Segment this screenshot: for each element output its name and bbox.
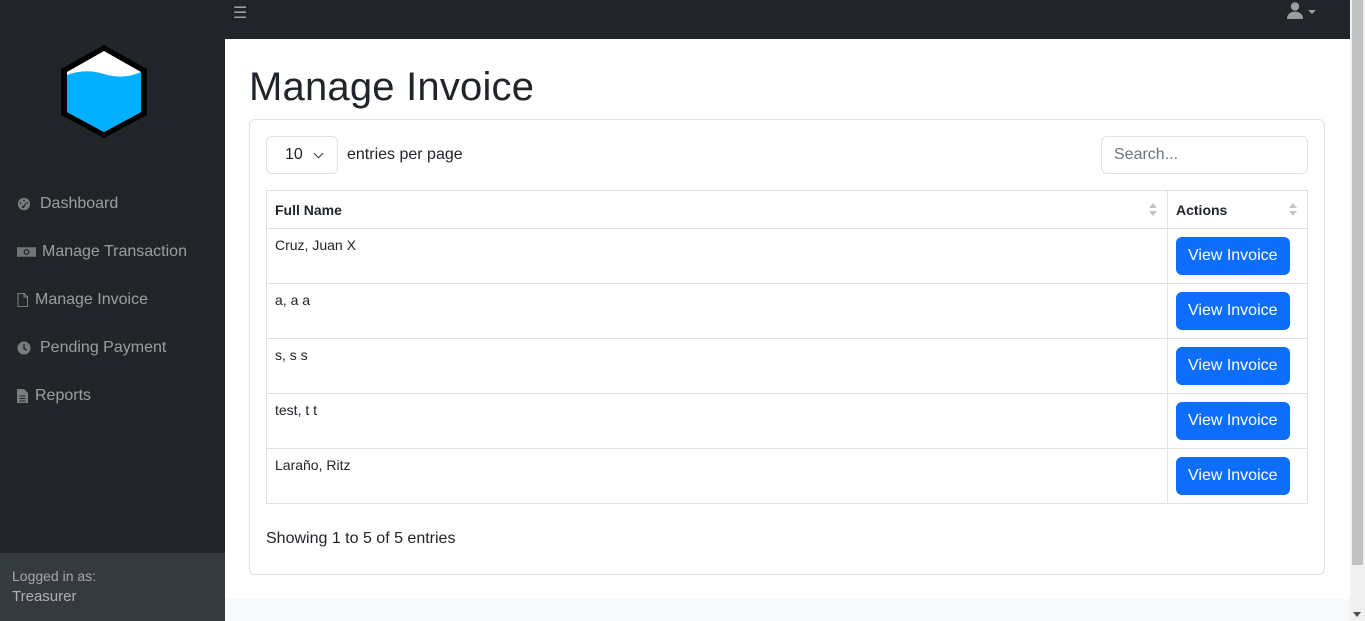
cell-full-name: Laraño, Ritz — [266, 448, 1168, 504]
view-invoice-button[interactable]: View Invoice — [1176, 347, 1290, 385]
column-header-actions[interactable]: Actions — [1167, 190, 1308, 229]
sidebar-footer: Logged in as: Treasurer — [0, 553, 225, 621]
hamburger-icon[interactable]: ☰ — [233, 3, 247, 23]
dashboard-icon — [16, 196, 32, 212]
logo-icon — [61, 45, 147, 138]
sidebar: Dashboard Manage Transaction Manage Invo… — [0, 0, 225, 621]
user-icon — [1287, 2, 1303, 19]
per-page-label: entries per page — [347, 146, 463, 163]
table-header-row: Full Name Actions — [266, 190, 1308, 229]
per-page-control: 10 entries per page — [266, 136, 463, 174]
table-info: Showing 1 to 5 of 5 entries — [266, 530, 456, 547]
logged-in-user: Treasurer — [12, 588, 77, 605]
sidebar-item-manage-invoice[interactable]: Manage Invoice — [0, 276, 225, 324]
top-navbar: ☰ — [225, 0, 1350, 39]
table-row: s, s s View Invoice — [266, 338, 1308, 394]
clock-icon — [16, 340, 32, 356]
per-page-select[interactable]: 10 — [266, 136, 338, 174]
table-row: Cruz, Juan X View Invoice — [266, 228, 1308, 284]
cell-full-name: a, a a — [266, 283, 1168, 339]
file-icon — [16, 292, 28, 308]
table-row: test, t t View Invoice — [266, 393, 1308, 449]
sidebar-item-label: Dashboard — [40, 195, 119, 212]
sidebar-item-label: Manage Invoice — [35, 291, 148, 308]
table-row: a, a a View Invoice — [266, 283, 1308, 339]
invoice-table: Full Name Actions Cruz, Juan X View Invo… — [266, 190, 1308, 504]
logged-in-label: Logged in as: — [12, 568, 97, 584]
view-invoice-button[interactable]: View Invoice — [1176, 457, 1290, 495]
sort-icon — [1289, 203, 1297, 216]
main-content: Manage Invoice 10 entries per page Full … — [225, 39, 1350, 599]
page-title: Manage Invoice — [249, 65, 535, 109]
cell-full-name: s, s s — [266, 338, 1168, 394]
sidebar-item-dashboard[interactable]: Dashboard — [0, 180, 225, 228]
sidebar-nav: Dashboard Manage Transaction Manage Invo… — [0, 180, 225, 420]
cell-full-name: Cruz, Juan X — [266, 228, 1168, 284]
user-menu-button[interactable] — [1287, 2, 1316, 19]
table-row: Laraño, Ritz View Invoice — [266, 448, 1308, 504]
sidebar-item-manage-transaction[interactable]: Manage Transaction — [0, 228, 225, 276]
scroll-down-arrow-icon[interactable] — [1353, 612, 1361, 617]
search-input[interactable] — [1101, 136, 1308, 174]
view-invoice-button[interactable]: View Invoice — [1176, 237, 1290, 275]
sidebar-item-label: Pending Payment — [40, 339, 167, 356]
column-header-full-name[interactable]: Full Name — [266, 190, 1168, 229]
chevron-down-icon — [1308, 9, 1316, 14]
sidebar-item-pending-payment[interactable]: Pending Payment — [0, 324, 225, 372]
view-invoice-button[interactable]: View Invoice — [1176, 402, 1290, 440]
file-lines-icon — [16, 388, 28, 404]
scrollbar[interactable] — [1350, 0, 1365, 621]
invoice-card: 10 entries per page Full Name Actions — [249, 119, 1325, 575]
sidebar-item-reports[interactable]: Reports — [0, 372, 225, 420]
sort-icon — [1149, 203, 1157, 216]
sidebar-item-label: Reports — [35, 387, 92, 404]
cell-full-name: test, t t — [266, 393, 1168, 449]
view-invoice-button[interactable]: View Invoice — [1176, 292, 1290, 330]
per-page-value: 10 — [285, 146, 303, 163]
scrollbar-thumb[interactable] — [1352, 0, 1363, 565]
sidebar-item-label: Manage Transaction — [42, 243, 187, 260]
chevron-down-icon — [313, 148, 324, 158]
money-bill-icon — [16, 244, 36, 260]
